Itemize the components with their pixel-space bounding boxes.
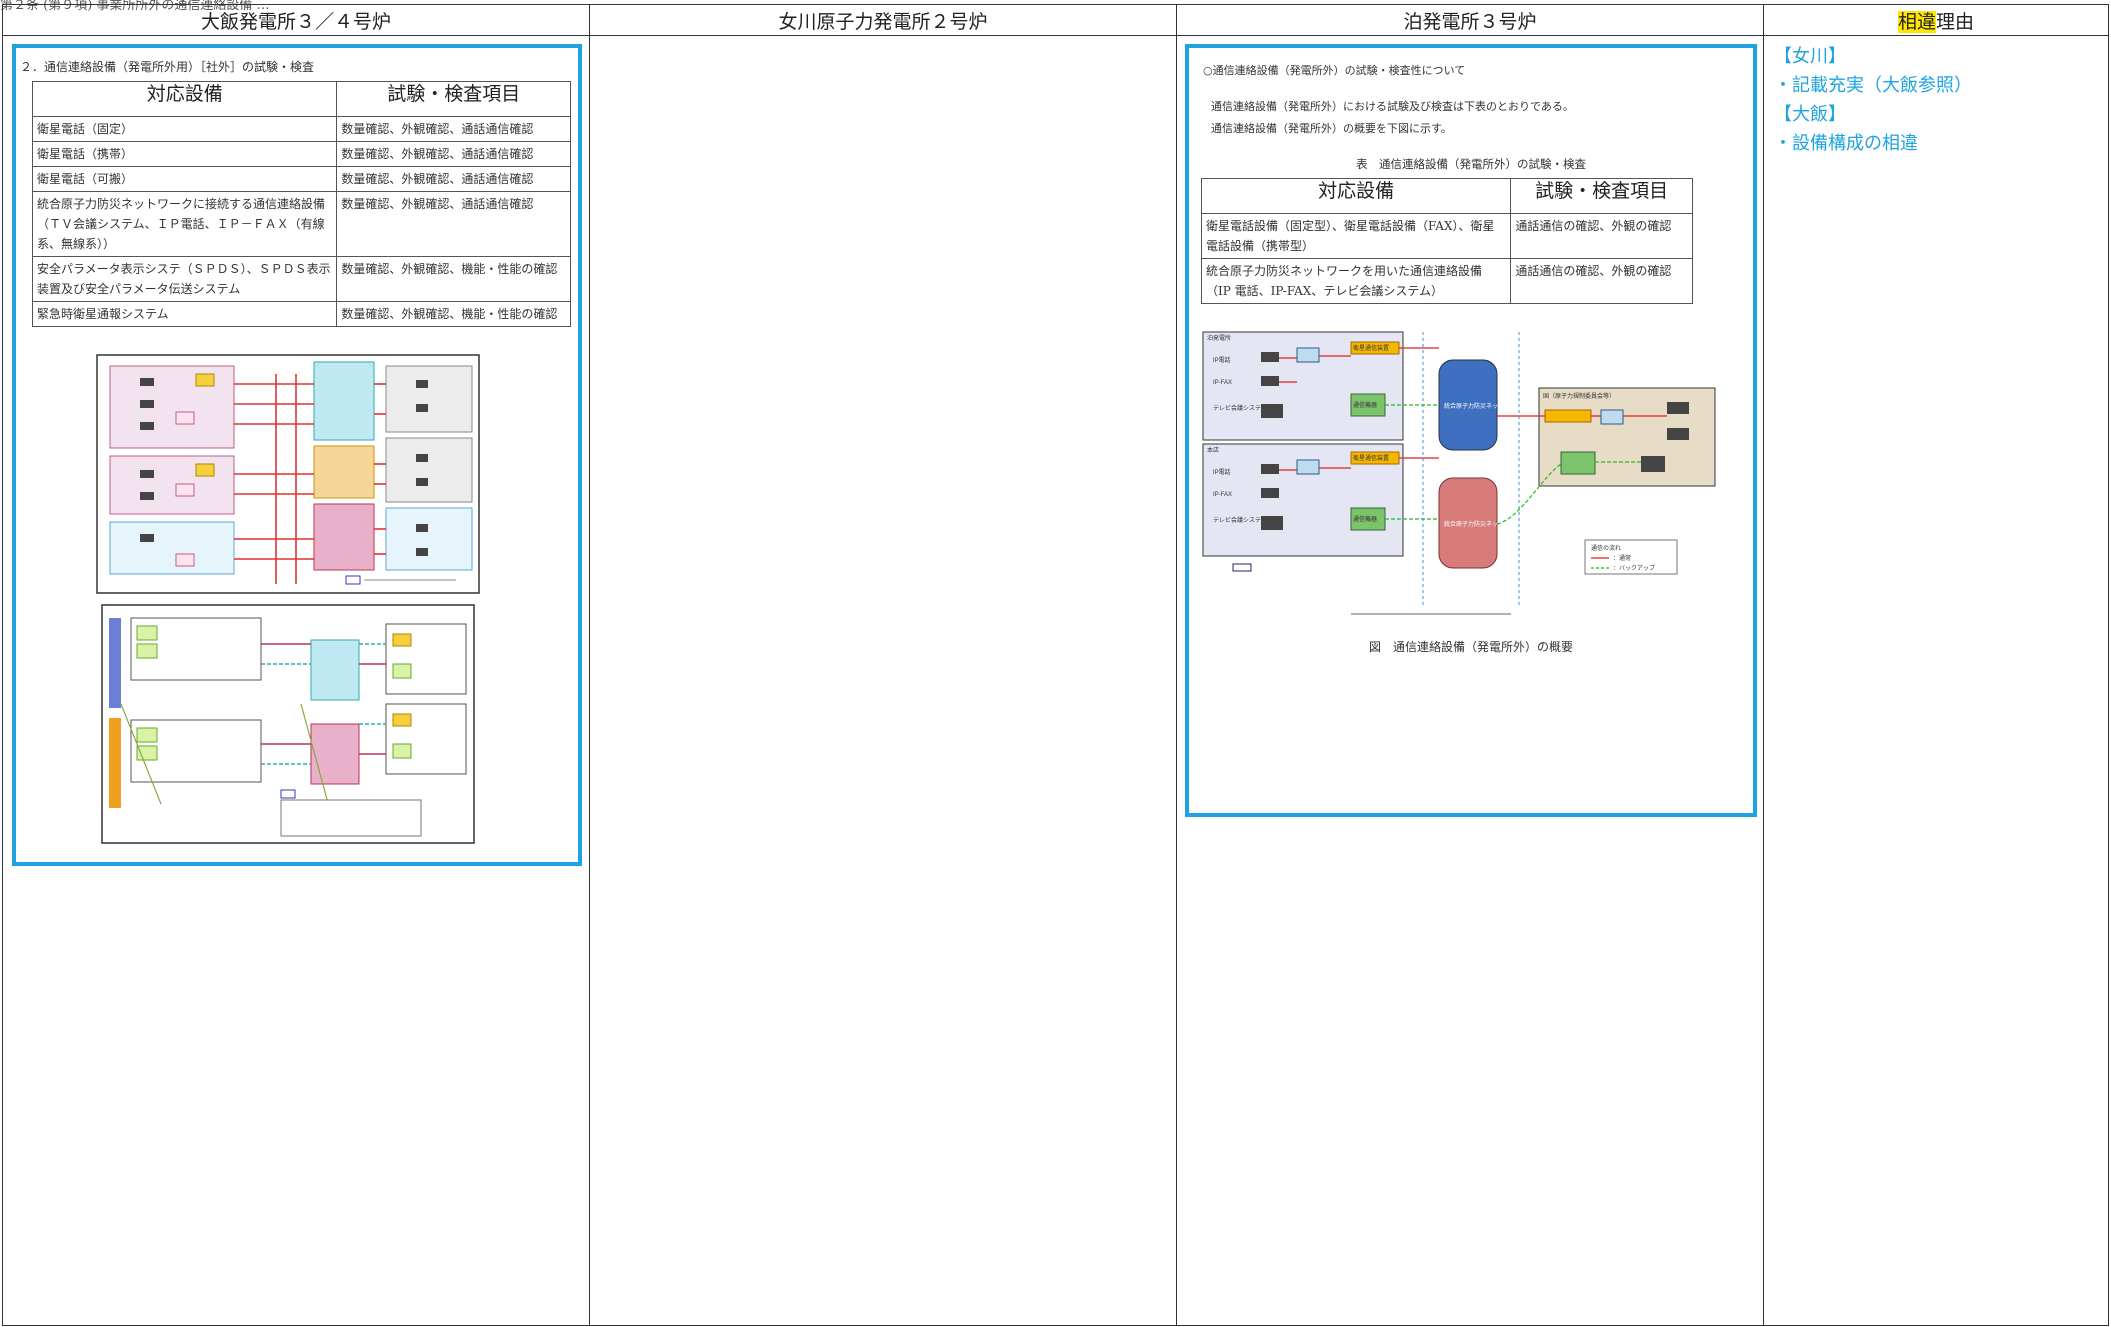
reason-item: 【女川】 [1774,46,1846,67]
ohi-cell: 安全パラメータ表示システ（ＳＰＤＳ）、ＳＰＤＳ表示装置及び安全パラメータ伝送シス… [31,256,338,302]
header-reason-rest: 理由 [1936,10,1975,33]
diagram-legend-title: 通信の流れ [1591,544,1621,552]
ohi-section-title: ２．通信連絡設備（発電所外用）［社外］の試験・検査 [20,60,315,74]
table-row: 衛星電話（固定） 数量確認、外観確認、通話通信確認 [31,116,571,142]
header-onagawa: 女川原子力発電所２号炉 [589,4,1177,36]
tomari-cell: 通話通信の確認、外観の確認 [1510,213,1693,259]
cell-onagawa [589,35,1177,1326]
ohi-test-table: 対応設備 試験・検査項目 衛星電話（固定） 数量確認、外観確認、通話通信確認 衛星… [31,81,571,327]
table-row: 統合原子力防災ネットワークを用いた通信連絡設備（IP 電話、IP-FAX、テレビ… [1200,258,1693,304]
cell-tomari: ○通信連絡設備（発電所外）の試験・検査性について 通信連絡設備（発電所外）におけ… [1176,35,1764,1326]
comparison-table: 大飯発電所３／４号炉 女川原子力発電所２号炉 泊発電所３号炉 相違理由 ２．通信… [2,4,2109,1326]
tomari-network-diagram: 泊発電所 本店 IP電話 IP-FAX テレビ会議システム IP電話 IP-FA… [1202,331,1716,615]
ohi-cell: 緊急時衛星通報システム [31,301,338,327]
ohi-network-diagram-2 [101,604,475,844]
diagram-legend-backup: ：バックアップ [1613,565,1655,572]
table-row: 衛星電話（携帯） 数量確認、外観確認、通話通信確認 [31,141,571,167]
reason-list: 【女川】 ・記載充実（大飯参照） 【大飯】 ・設備構成の相違 [1764,36,2108,164]
tomari-test-table: 対応設備 試験・検査項目 衛星電話設備（固定型）、衛星電話設備（FAX）、衛星電… [1200,178,1693,304]
header-reason: 相違理由 [1763,4,2109,36]
ohi-cell: 数量確認、外観確認、機能・性能の確認 [336,301,571,327]
diagram-tv-1: テレビ会議システム [1213,404,1267,412]
table-row: 安全パラメータ表示システ（ＳＰＤＳ）、ＳＰＤＳ表示装置及び安全パラメータ伝送シス… [31,256,571,302]
diagram-sat-2: 衛星通信装置 [1353,454,1389,462]
cell-ohi: ２．通信連絡設備（発電所外用）［社外］の試験・検査 対応設備 試験・検査項目 衛… [2,35,590,1326]
tomari-table-caption: 表 通信連絡設備（発電所外）の試験・検査 [1356,157,1586,171]
ohi-cell: 衛星電話（携帯） [31,141,338,167]
table-row: 統合原子力防災ネットワークに接続する通信連絡設備（ＴＶ会議システム、ＩＰ電話、Ｉ… [31,191,571,257]
tomari-para-2: 通信連絡設備（発電所外）の概要を下図に示す。 [1211,122,1452,135]
tomari-figure-caption: 図 通信連絡設備（発電所外）の概要 [1368,640,1573,654]
cell-reason: 【女川】 ・記載充実（大飯参照） 【大飯】 ・設備構成の相違 [1763,35,2109,1326]
ohi-cell: 数量確認、外観確認、通話通信確認 [336,141,571,167]
ohi-cell: 数量確認、外観確認、通話通信確認 [336,166,571,192]
reason-item: ・記載充実（大飯参照） [1774,75,1972,96]
ohi-th-items: 試験・検査項目 [336,81,571,117]
tomari-para-1: 通信連絡設備（発電所外）における試験及び検査は下表のとおりである。 [1211,100,1574,113]
header-ohi: 大飯発電所３／４号炉 [2,4,590,36]
tomari-cell: 衛星電話設備（固定型）、衛星電話設備（FAX）、衛星電話設備（携帯型） [1200,213,1512,259]
table-row: 緊急時衛星通報システム 数量確認、外観確認、機能・性能の確認 [31,301,571,327]
diagram-ipfax-1: IP-FAX [1213,380,1232,386]
ohi-cell: 数量確認、外観確認、通話通信確認 [336,191,571,257]
diagram-comm-2: 通信機器 [1353,515,1377,523]
header-reason-highlight: 相違 [1897,10,1936,33]
ohi-cell: 統合原子力防災ネットワークに接続する通信連絡設備（ＴＶ会議システム、ＩＰ電話、Ｉ… [31,191,338,257]
diagram-ipfax-2: IP-FAX [1213,492,1232,498]
ohi-th-equipment: 対応設備 [31,81,338,117]
diagram-ipphone-1: IP電話 [1213,356,1231,364]
ohi-cell: 数量確認、外観確認、機能・性能の確認 [336,256,571,302]
tomari-highlight-box: ○通信連絡設備（発電所外）の試験・検査性について 通信連絡設備（発電所外）におけ… [1185,44,1757,817]
diagram-tv-2: テレビ会議システム [1213,516,1267,524]
diagram-comm-1: 通信機器 [1353,401,1377,409]
diagram-hq-label: 本店 [1207,446,1219,454]
tomari-cell: 統合原子力防災ネットワークを用いた通信連絡設備（IP 電話、IP-FAX、テレビ… [1200,258,1512,304]
table-row: 衛星電話設備（固定型）、衛星電話設備（FAX）、衛星電話設備（携帯型） 通話通信の… [1200,213,1693,259]
reason-item: ・設備構成の相違 [1774,133,1918,154]
header-tomari: 泊発電所３号炉 [1176,4,1764,36]
ohi-highlight-box: ２．通信連絡設備（発電所外用）［社外］の試験・検査 対応設備 試験・検査項目 衛… [12,44,582,866]
tomari-title: ○通信連絡設備（発電所外）の試験・検査性について [1203,64,1466,77]
diagram-ipphone-2: IP電話 [1213,468,1231,476]
diagram-legend-normal: ：通常 [1613,554,1631,562]
diagram-sat-1: 衛星通信装置 [1353,344,1389,352]
reason-item: 【大飯】 [1774,104,1846,125]
diagram-plant-label: 泊発電所 [1207,334,1231,342]
ohi-cell: 衛星電話（可搬） [31,166,338,192]
ohi-cell: 数量確認、外観確認、通話通信確認 [336,116,571,142]
tomari-th-items: 試験・検査項目 [1510,178,1693,214]
ohi-network-diagram-1 [96,354,480,594]
table-row: 衛星電話（可搬） 数量確認、外観確認、通話通信確認 [31,166,571,192]
tomari-cell: 通話通信の確認、外観の確認 [1510,258,1693,304]
ohi-cell: 衛星電話（固定） [31,116,338,142]
diagram-gov-label-text: 国（原子力規制委員会等） [1543,392,1615,400]
tomari-th-equipment: 対応設備 [1200,178,1512,214]
